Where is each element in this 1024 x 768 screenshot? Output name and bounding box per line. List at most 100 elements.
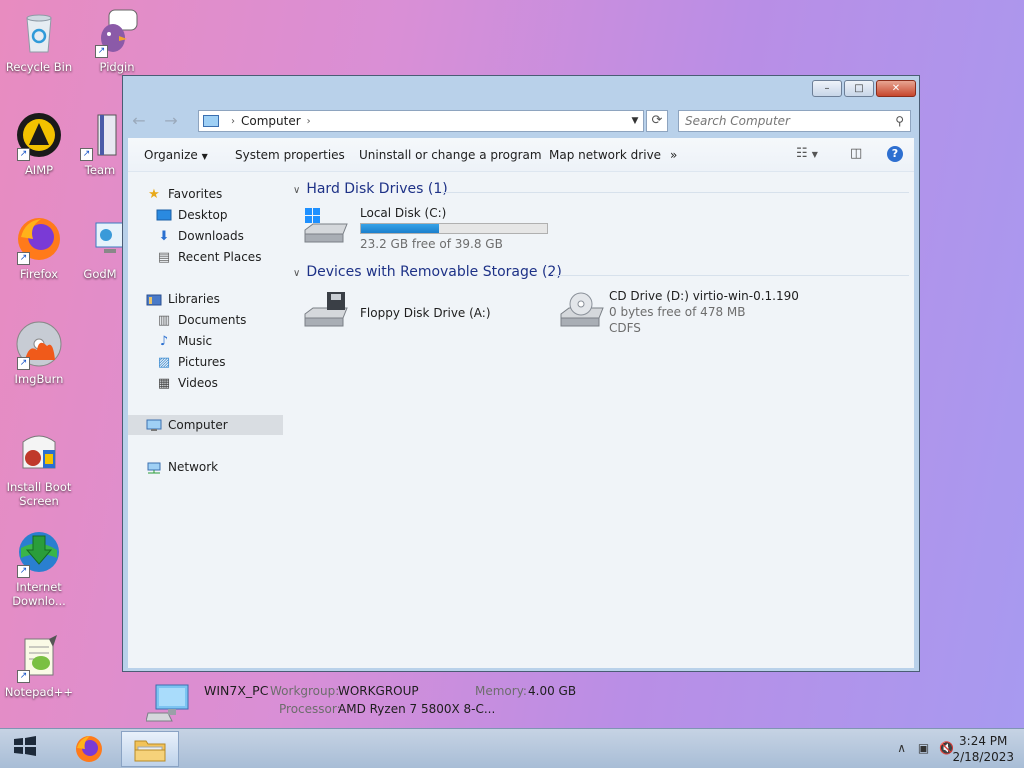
change-view-icon[interactable]: ☷ ▼	[796, 146, 818, 161]
nav-documents[interactable]: ▥ Documents	[156, 310, 247, 330]
libraries-icon	[146, 293, 162, 307]
address-row: ← → › Computer › ▼ ⟳ Search Computer ⚲	[123, 104, 919, 136]
desktop-icon-pidgin[interactable]: ↗ Pidgin	[78, 8, 156, 74]
show-hidden-icons-chevron-icon[interactable]: ∧	[897, 741, 906, 755]
address-bar[interactable]: › Computer › ▼	[198, 110, 644, 132]
shortcut-arrow-icon: ↗	[17, 565, 30, 578]
system-properties-button[interactable]: System properties	[235, 148, 345, 162]
start-button[interactable]	[10, 735, 40, 763]
drive-local-disk-c[interactable]: Local Disk (C:) 23.2 GB free of 39.8 GB	[303, 202, 553, 254]
firefox-icon	[76, 736, 102, 762]
desktop-icon-recycle-bin[interactable]: Recycle Bin	[0, 8, 78, 74]
drive-cd-d[interactable]: CD Drive (D:) virtio-win-0.1.190 0 bytes…	[559, 288, 819, 342]
search-icon[interactable]: ⚲	[895, 111, 904, 131]
desktop-icon-godmode[interactable]: GodM	[78, 215, 122, 281]
command-bar: Organize ▼ System properties Uninstall o…	[128, 138, 914, 172]
drive-floppy-a[interactable]: Floppy Disk Drive (A:)	[303, 288, 553, 338]
pictures-icon: ▨	[157, 354, 171, 370]
star-icon: ★	[148, 186, 160, 202]
clock-date: 2/18/2023	[952, 750, 1014, 764]
desktop-icon-team[interactable]: ↗ Team	[78, 111, 122, 177]
preview-pane-icon[interactable]: ◫	[850, 146, 862, 161]
nav-desktop[interactable]: Desktop	[156, 205, 228, 225]
title-bar[interactable]: – □ ✕	[123, 76, 919, 104]
breadcrumb-computer[interactable]: Computer	[241, 114, 301, 128]
desktop-icon-aimp[interactable]: ↗ AIMP	[0, 111, 78, 177]
address-dropdown-icon[interactable]: ▼	[626, 116, 643, 126]
nav-recent-places[interactable]: ▤ Recent Places	[156, 247, 262, 267]
computer-icon	[146, 419, 162, 433]
collapse-chevron-icon: ∨	[293, 185, 301, 196]
desktop-icon-label: ImgBurn	[14, 372, 64, 386]
minimize-button[interactable]: –	[812, 80, 842, 97]
taskbar-explorer-button[interactable]	[121, 731, 179, 767]
shortcut-arrow-icon: ↗	[17, 357, 30, 370]
processor-value: AMD Ryzen 7 5800X 8-C...	[338, 702, 496, 716]
control-panel-icon	[78, 215, 122, 263]
search-input[interactable]: Search Computer ⚲	[678, 110, 911, 132]
chevron-down-icon: ▼	[201, 152, 208, 161]
recycle-bin-icon	[15, 8, 63, 56]
shortcut-arrow-icon: ↗	[17, 670, 30, 683]
close-button[interactable]: ✕	[876, 80, 916, 97]
taskbar-firefox-button[interactable]	[60, 731, 118, 767]
drive-free-space: 23.2 GB free of 39.8 GB	[360, 237, 503, 251]
documents-icon: ▥	[157, 312, 171, 328]
recent-places-icon: ▤	[157, 249, 171, 265]
desktop-icon-internet-download[interactable]: ↗ Internet Downlo...	[0, 528, 78, 608]
processor-label: Processor:	[279, 702, 341, 716]
desktop-icon-label: Notepad++	[4, 685, 74, 699]
memory-label: Memory:	[475, 684, 527, 698]
nav-network[interactable]: Network	[146, 457, 218, 477]
explorer-window[interactable]: – □ ✕ ← → › Computer › ▼ ⟳ Search Comput…	[122, 75, 920, 722]
windows-drive-icon	[303, 208, 349, 247]
maximize-button[interactable]: □	[844, 80, 874, 97]
map-network-drive-button[interactable]: Map network drive	[549, 148, 661, 162]
desktop-icon-label: GodM	[83, 267, 117, 281]
organize-button[interactable]: Organize ▼	[144, 148, 208, 162]
clock-time: 3:24 PM	[959, 734, 1008, 748]
back-arrow-icon[interactable]: ←	[129, 112, 149, 132]
nav-videos[interactable]: ▦ Videos	[156, 373, 218, 393]
system-tray: ∧ ▣ 🔇	[897, 741, 954, 755]
computer-icon	[203, 115, 219, 127]
pidgin-icon: ↗	[93, 8, 141, 58]
nav-pictures[interactable]: ▨ Pictures	[156, 352, 226, 372]
desktop-icon-label: Internet Downlo...	[12, 580, 66, 608]
nav-computer[interactable]: Computer	[128, 415, 283, 435]
nav-favorites[interactable]: ★ Favorites	[146, 184, 222, 204]
clock[interactable]: 3:24 PM 2/18/2023	[952, 733, 1014, 765]
network-status-icon[interactable]: ▣	[918, 741, 929, 755]
nav-downloads[interactable]: ⬇ Downloads	[156, 226, 244, 246]
nav-libraries[interactable]: Libraries	[146, 289, 220, 309]
uninstall-program-button[interactable]: Uninstall or change a program	[359, 148, 542, 162]
disk-usage-bar	[360, 223, 548, 234]
desktop-icon-firefox[interactable]: ↗ Firefox	[0, 215, 78, 281]
installer-icon	[15, 428, 63, 476]
internet-download-manager-icon: ↗	[15, 528, 63, 578]
search-placeholder: Search Computer	[685, 114, 790, 128]
group-divider	[553, 275, 909, 276]
workgroup-value: WORKGROUP	[338, 684, 419, 698]
group-header-removable-storage[interactable]: ∨ Devices with Removable Storage (2)	[293, 264, 562, 280]
workgroup-label: Workgroup:	[270, 684, 340, 698]
caption-buttons: – □ ✕	[812, 80, 916, 97]
breadcrumb-chevron-icon[interactable]: ›	[307, 116, 311, 127]
drive-name: CD Drive (D:) virtio-win-0.1.190	[609, 289, 799, 303]
desktop-icon-install-boot-screen[interactable]: Install Boot Screen	[0, 428, 78, 508]
help-icon[interactable]: ?	[887, 146, 903, 162]
desktop-icon-notepadpp[interactable]: ↗ Notepad++	[0, 633, 78, 699]
drive-free-space: 0 bytes free of 478 MB	[609, 305, 746, 319]
forward-arrow-icon[interactable]: →	[161, 112, 181, 132]
refresh-button[interactable]: ⟳	[646, 110, 668, 132]
shortcut-arrow-icon: ↗	[95, 45, 108, 58]
desktop-icon-label: Pidgin	[99, 60, 135, 74]
explorer-content: Organize ▼ System properties Uninstall o…	[128, 138, 914, 722]
drive-file-system: CDFS	[609, 321, 641, 335]
more-commands-button[interactable]: »	[670, 148, 677, 162]
group-header-hard-disk-drives[interactable]: ∨ Hard Disk Drives (1)	[293, 181, 448, 197]
desktop-icon	[156, 209, 172, 223]
navigation-pane: ★ Favorites Desktop ⬇ Downloads ▤ Recent Pl…	[128, 172, 288, 592]
nav-music[interactable]: ♪ Music	[156, 331, 212, 351]
desktop-icon-imgburn[interactable]: ↗ ImgBurn	[0, 320, 78, 386]
